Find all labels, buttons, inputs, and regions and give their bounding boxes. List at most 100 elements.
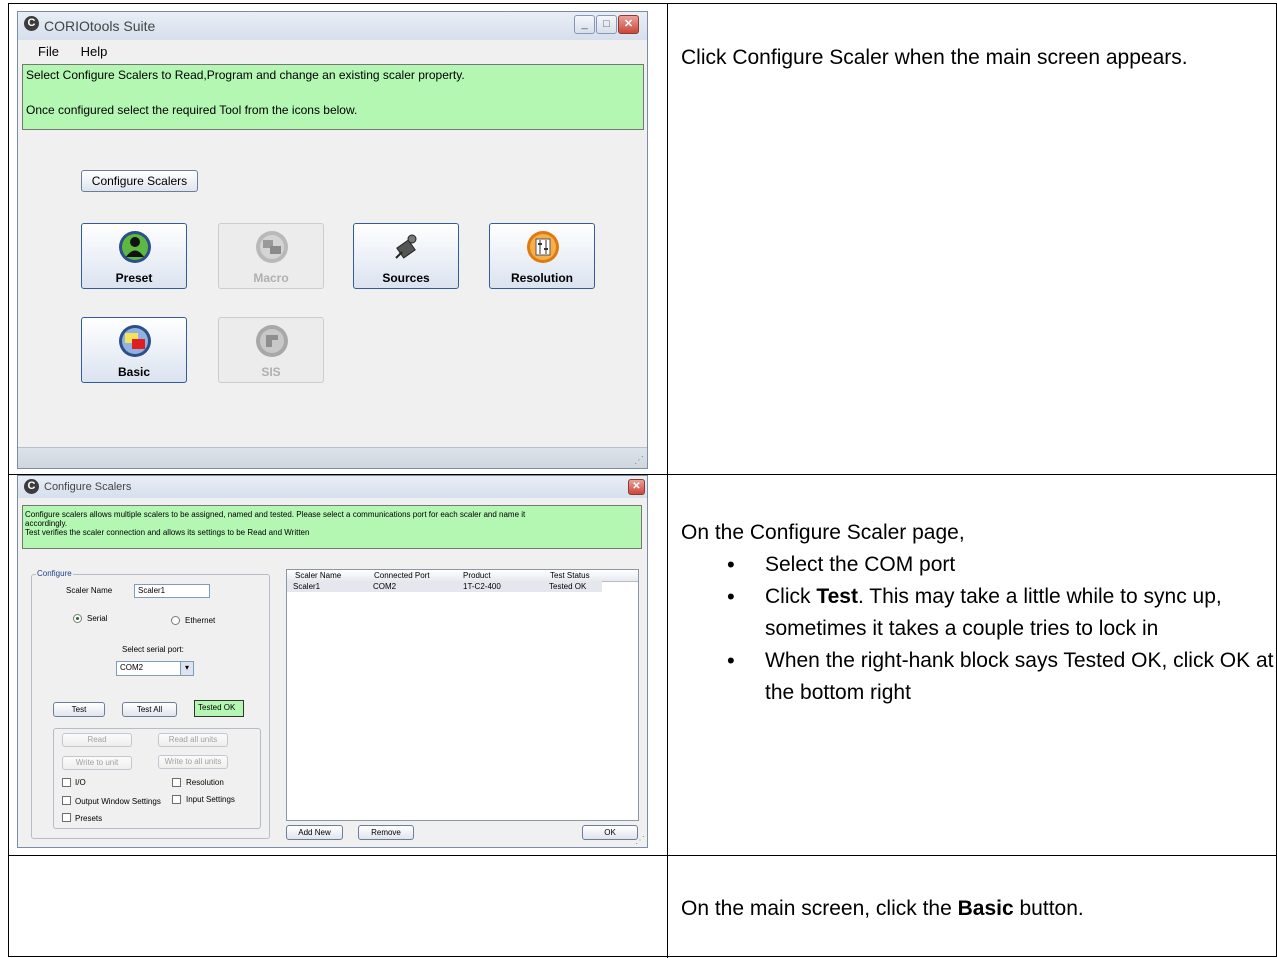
person-icon bbox=[119, 231, 151, 263]
minimize-icon[interactable]: _ bbox=[574, 15, 595, 34]
sources-label: Sources bbox=[382, 271, 430, 285]
ethernet-radio-label: Ethernet bbox=[185, 616, 216, 625]
camera-icon bbox=[395, 234, 417, 259]
ethernet-radio[interactable] bbox=[171, 616, 180, 625]
column-header-product[interactable]: Product bbox=[463, 571, 491, 580]
resolution-checkbox[interactable] bbox=[172, 778, 181, 787]
step-2-bullet-1: Select the COM port bbox=[681, 549, 1277, 581]
macro-button[interactable]: Macro bbox=[218, 223, 324, 289]
bullet-text: Select the COM port bbox=[765, 553, 956, 576]
coriotools-logo-icon: C bbox=[24, 479, 39, 494]
title-bar: C CORIOtools Suite _ □ ✕ bbox=[18, 12, 647, 40]
step-2-bullet-2: Click Test. This may take a little while… bbox=[681, 581, 1277, 645]
ok-button[interactable]: OK bbox=[582, 825, 638, 840]
remove-button[interactable]: Remove bbox=[358, 825, 414, 840]
step-2-list: Select the COM port Click Test. This may… bbox=[681, 549, 1277, 709]
test-status-box: Tested OK bbox=[194, 700, 244, 717]
dialog-title: Configure Scalers bbox=[44, 481, 132, 493]
info-line-1: Select Configure Scalers to Read,Program… bbox=[26, 68, 465, 82]
step-2-text: On the Configure Scaler page, Select the… bbox=[681, 517, 1277, 709]
output-window-settings-label: Output Window Settings bbox=[75, 797, 161, 806]
chevron-down-icon[interactable]: ▾ bbox=[180, 662, 193, 675]
step-1-text: Click Configure Scaler when the main scr… bbox=[681, 42, 1241, 74]
macro-icon bbox=[256, 231, 288, 263]
io-checkbox-label: I/O bbox=[75, 778, 86, 787]
scaler-list[interactable]: Scaler Name Connected Port Product Test … bbox=[286, 569, 639, 821]
input-settings-checkbox[interactable] bbox=[172, 795, 181, 804]
window-title: CORIOtools Suite bbox=[44, 18, 156, 34]
info-banner: Select Configure Scalers to Read,Program… bbox=[22, 64, 644, 130]
configure-scalers-button[interactable]: Configure Scalers bbox=[81, 170, 198, 192]
serial-port-select[interactable]: COM2 ▾ bbox=[116, 661, 194, 676]
column-header-scaler-name[interactable]: Scaler Name bbox=[295, 571, 341, 580]
dialog-info-line-3: Test verifies the scaler connection and … bbox=[25, 528, 310, 537]
configure-group-label: Configure bbox=[36, 569, 73, 578]
dialog-info-line-1: Configure scalers allows multiple scaler… bbox=[25, 510, 526, 519]
table-column-divider bbox=[667, 4, 668, 958]
menu-file[interactable]: File bbox=[38, 44, 59, 59]
resolution-button[interactable]: Resolution bbox=[489, 223, 595, 289]
resize-grip-icon[interactable]: ⋰ bbox=[635, 835, 645, 846]
test-emphasis: Test bbox=[816, 585, 858, 608]
maximize-icon[interactable]: □ bbox=[596, 15, 617, 34]
column-header-test-status[interactable]: Test Status bbox=[550, 571, 590, 580]
resolution-label: Resolution bbox=[511, 271, 573, 285]
input-settings-label: Input Settings bbox=[186, 795, 235, 804]
serial-port-value: COM2 bbox=[120, 663, 144, 672]
dialog-close-icon[interactable]: ✕ bbox=[628, 479, 645, 495]
cell-connected-port: COM2 bbox=[373, 582, 397, 591]
sis-icon bbox=[256, 325, 288, 357]
coriotools-main-window: C CORIOtools Suite _ □ ✕ File Help Selec… bbox=[17, 11, 648, 469]
sliders-icon bbox=[527, 231, 559, 263]
write-to-unit-button[interactable]: Write to unit bbox=[62, 756, 132, 770]
presets-checkbox[interactable] bbox=[62, 813, 71, 822]
menu-help[interactable]: Help bbox=[81, 44, 108, 59]
add-new-button[interactable]: Add New bbox=[286, 825, 343, 840]
scaler-name-input[interactable]: Scaler1 bbox=[134, 584, 210, 598]
output-window-settings-checkbox[interactable] bbox=[62, 796, 71, 805]
coriotools-logo-icon: C bbox=[24, 16, 39, 31]
write-to-all-units-button[interactable]: Write to all units bbox=[158, 755, 228, 769]
dialog-title-bar: C Configure Scalers ✕ bbox=[18, 476, 647, 498]
step-3-pre: On the main screen, click the bbox=[681, 897, 958, 920]
bullet-text: When the right-hank block says Tested OK… bbox=[765, 649, 1274, 704]
dialog-info-line-2: accordingly. bbox=[25, 519, 68, 528]
step-3-post: button. bbox=[1013, 897, 1084, 920]
serial-port-label: Select serial port: bbox=[122, 645, 184, 654]
test-all-button[interactable]: Test All bbox=[122, 702, 177, 717]
status-bar: ⋰ bbox=[18, 447, 647, 468]
menu-bar: File Help bbox=[38, 44, 647, 59]
close-icon[interactable]: ✕ bbox=[618, 15, 639, 34]
io-checkbox[interactable] bbox=[62, 778, 71, 787]
scaler-name-label: Scaler Name bbox=[66, 586, 113, 595]
sis-button[interactable]: SIS bbox=[218, 317, 324, 383]
configure-scalers-dialog: C Configure Scalers ✕ Configure scalers … bbox=[17, 475, 648, 848]
read-button[interactable]: Read bbox=[62, 733, 132, 747]
read-all-units-button[interactable]: Read all units bbox=[158, 733, 228, 747]
step-2-intro: On the Configure Scaler page, bbox=[681, 521, 965, 544]
resolution-checkbox-label: Resolution bbox=[186, 778, 224, 787]
info-line-2: Once configured select the required Tool… bbox=[26, 103, 358, 117]
step-1-instruction: Click Configure Scaler when the main scr… bbox=[681, 46, 1188, 69]
basic-button[interactable]: Basic bbox=[81, 317, 187, 383]
cell-scaler-name: Scaler1 bbox=[293, 582, 321, 591]
serial-radio[interactable] bbox=[73, 614, 82, 623]
preset-button[interactable]: Preset bbox=[81, 223, 187, 289]
step-3-text: On the main screen, click the Basic butt… bbox=[681, 893, 1271, 925]
cell-product: 1T-C2-400 bbox=[463, 582, 501, 591]
macro-label: Macro bbox=[253, 271, 289, 285]
sources-button[interactable]: Sources bbox=[353, 223, 459, 289]
preset-label: Preset bbox=[115, 271, 153, 285]
bullet-text: Click bbox=[765, 585, 817, 608]
resize-grip-icon[interactable]: ⋰ bbox=[634, 455, 644, 466]
test-button[interactable]: Test bbox=[53, 702, 105, 717]
presets-checkbox-label: Presets bbox=[75, 814, 103, 823]
column-header-connected-port[interactable]: Connected Port bbox=[374, 571, 430, 580]
table-row[interactable]: Scaler1 COM2 1T-C2-400 Tested OK bbox=[287, 581, 602, 592]
basic-emphasis: Basic bbox=[957, 897, 1014, 920]
basic-label: Basic bbox=[117, 365, 151, 379]
dialog-info-banner: Configure scalers allows multiple scaler… bbox=[22, 505, 642, 549]
serial-radio-label: Serial bbox=[87, 614, 108, 623]
windows-icon bbox=[119, 325, 151, 357]
step-2-bullet-3: When the right-hank block says Tested OK… bbox=[681, 645, 1277, 709]
